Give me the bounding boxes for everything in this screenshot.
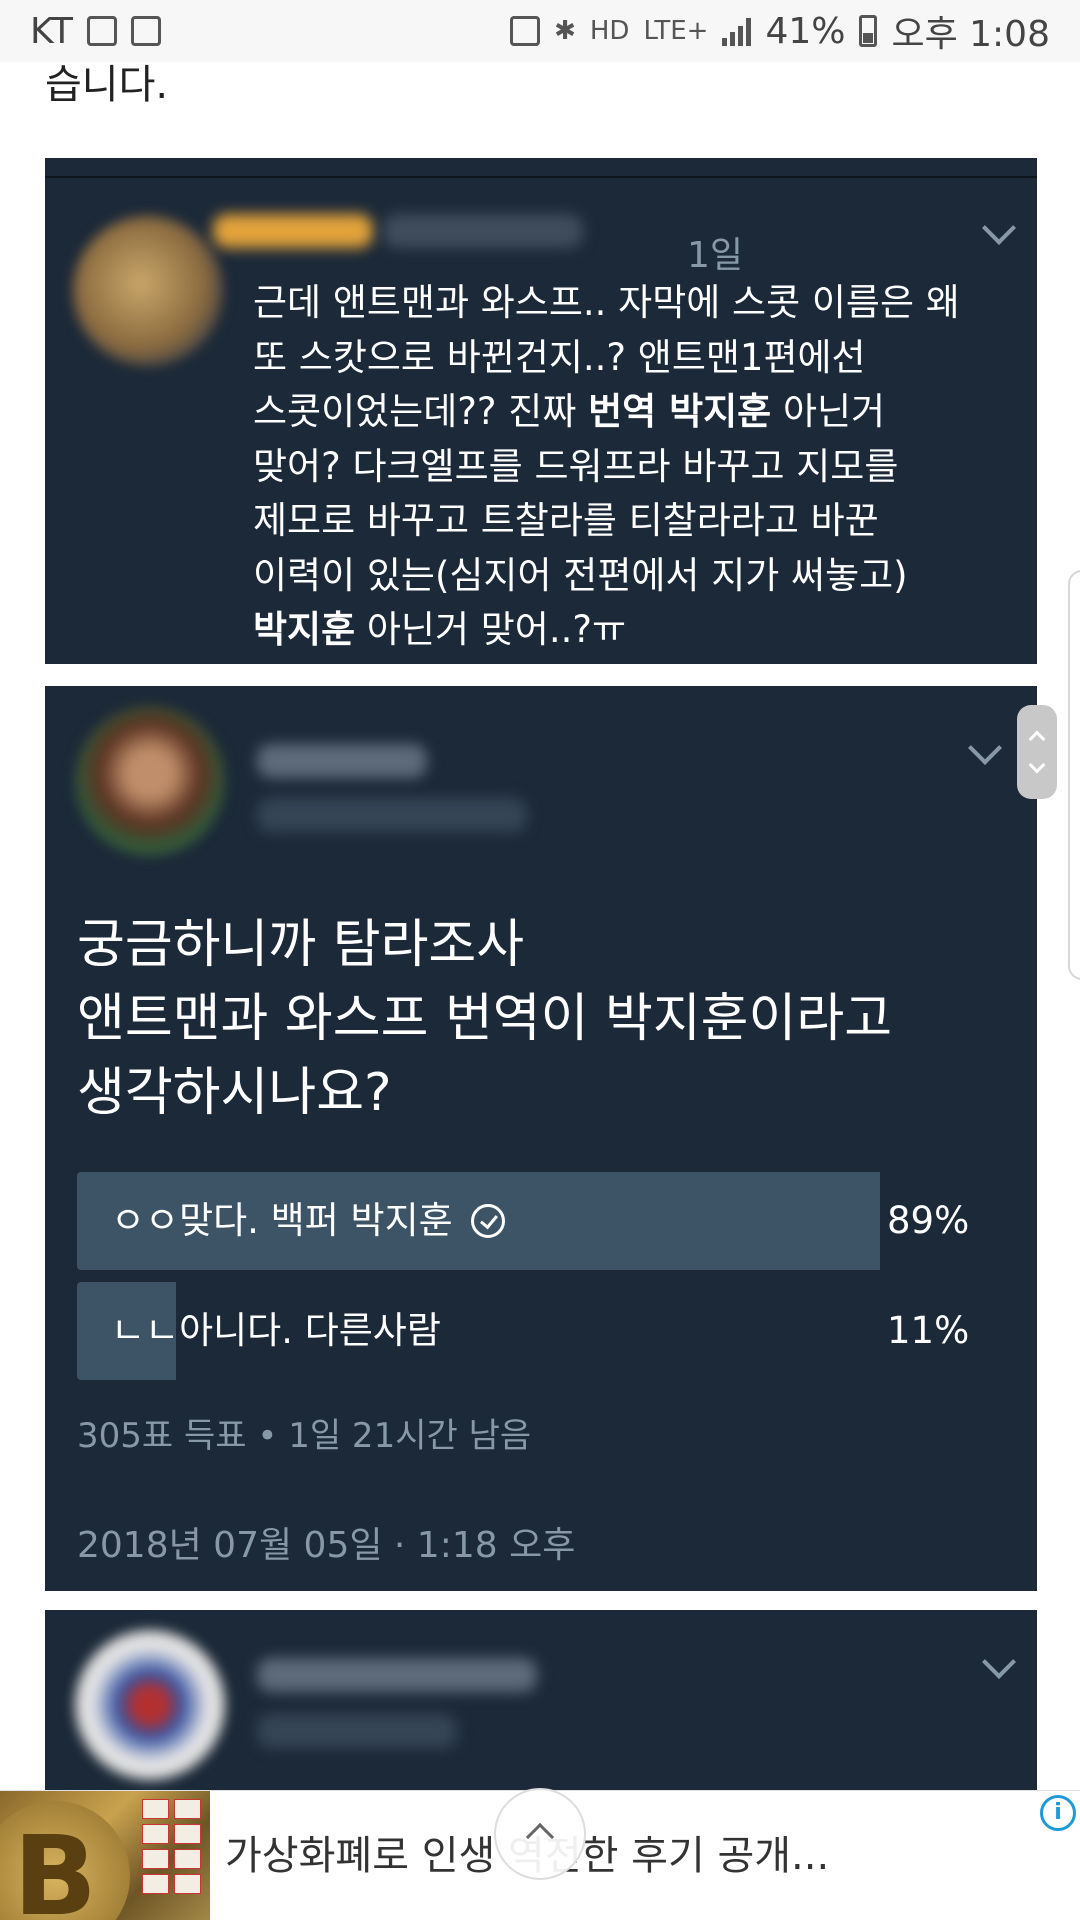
- chevron-down-icon[interactable]: [982, 211, 1016, 245]
- blurred-username: [257, 744, 427, 778]
- fast-scroll-handle[interactable]: [1017, 705, 1057, 799]
- ad-info-icon[interactable]: i: [1040, 1795, 1076, 1831]
- blurred-username: [257, 1658, 537, 1692]
- tweet-line: 또 스캇으로 바뀐건지..? 앤트맨1편에선: [253, 335, 866, 379]
- chevron-down-icon[interactable]: [968, 731, 1002, 765]
- blurred-handle: [257, 1714, 457, 1748]
- data-saver-icon: [510, 16, 541, 46]
- embedded-tweet-poll[interactable]: 궁금하니까 탐라조사 앤트맨과 와스프 번역이 박지훈이라고 생각하시나요? ㅇ…: [45, 686, 1037, 1591]
- blurred-handle: [383, 214, 583, 248]
- battery-percent: 41%: [765, 10, 846, 52]
- poll-meta: 305표 득표 • 1일 21시간 남음: [77, 1416, 532, 1456]
- poll-option-1[interactable]: ㅇㅇ맞다. 백퍼 박지훈 89%: [77, 1172, 970, 1270]
- avatar[interactable]: [75, 1630, 225, 1780]
- previous-text-fragment: 습니다.: [45, 62, 169, 108]
- tweet-text: 근데 앤트맨과 와스프.. 자막에 스콧 이름은 왜 또 스캇으로 바뀐건지..…: [253, 276, 1023, 658]
- poll-option-2[interactable]: ㄴㄴ아니다. 다른사람 11%: [77, 1282, 970, 1380]
- signal-icon: [722, 16, 752, 46]
- poll-option-label: ㅇㅇ맞다. 백퍼 박지훈: [111, 1199, 453, 1242]
- bitcoin-icon: B: [0, 1801, 130, 1920]
- poll-option-percent: 89%: [887, 1199, 970, 1242]
- tweet-time: 1일: [687, 235, 744, 276]
- screenshot-icon: [130, 16, 161, 46]
- tweet-line: 근데 앤트맨과 와스프.. 자막에 스콧 이름은 왜: [253, 281, 960, 324]
- check-circle-icon: [470, 1204, 505, 1238]
- carrier-label: KT: [30, 10, 73, 52]
- lte-plus-icon: LTE+: [643, 16, 709, 46]
- ad-thumbnail: B: [0, 1791, 210, 1920]
- clock: 오후 1:08: [891, 14, 1050, 55]
- chevron-up-icon: [1028, 730, 1046, 748]
- highlight-text: 박지훈: [253, 608, 356, 651]
- poll-option-percent: 11%: [887, 1309, 970, 1352]
- blurred-handle: [257, 798, 527, 832]
- bluetooth-icon: ✱: [554, 16, 576, 46]
- hd-voice-icon: HD: [589, 16, 630, 46]
- poll-question: 궁금하니까 탐라조사 앤트맨과 와스프 번역이 박지훈이라고 생각하시나요?: [77, 915, 893, 1123]
- gallery-icon: [86, 16, 117, 46]
- highlight-text: 번역 박지훈: [588, 390, 772, 433]
- edge-panel-handle[interactable]: [1068, 570, 1080, 980]
- poll-option-label: ㄴㄴ아니다. 다른사람: [111, 1309, 441, 1352]
- blurred-username: [213, 214, 373, 248]
- tweet-line: 이력이 있는(심지어 전편에서 지가 써놓고): [253, 553, 908, 597]
- ad-thumb-grid: [142, 1799, 202, 1894]
- avatar[interactable]: [75, 706, 225, 856]
- battery-icon: [859, 15, 878, 47]
- tweet-line: 제모로 바꾸고 트찰라를 티찰라라고 바꾼: [253, 499, 879, 542]
- chevron-up-icon: [525, 1822, 555, 1852]
- scroll-to-top-button[interactable]: [494, 1788, 586, 1880]
- avatar[interactable]: [73, 216, 223, 366]
- tweet-line: 스콧이었는데?? 진짜 번역 박지훈 아닌거: [253, 390, 886, 433]
- chevron-down-icon: [1028, 756, 1046, 774]
- tweet-line: 박지훈 아닌거 맞어..?ㅠ: [253, 608, 627, 651]
- chevron-down-icon[interactable]: [982, 1645, 1016, 1679]
- tweet-date[interactable]: 2018년 07월 05일 · 1:18 오후: [77, 1516, 575, 1568]
- embedded-tweet-partial[interactable]: [45, 1610, 1037, 1800]
- embedded-tweet-reply[interactable]: 1일 근데 앤트맨과 와스프.. 자막에 스콧 이름은 왜 또 스캇으로 바뀐건…: [45, 158, 1037, 664]
- tweet-line: 맞어? 다크엘프를 드워프라 바꾸고 지모를: [253, 444, 899, 488]
